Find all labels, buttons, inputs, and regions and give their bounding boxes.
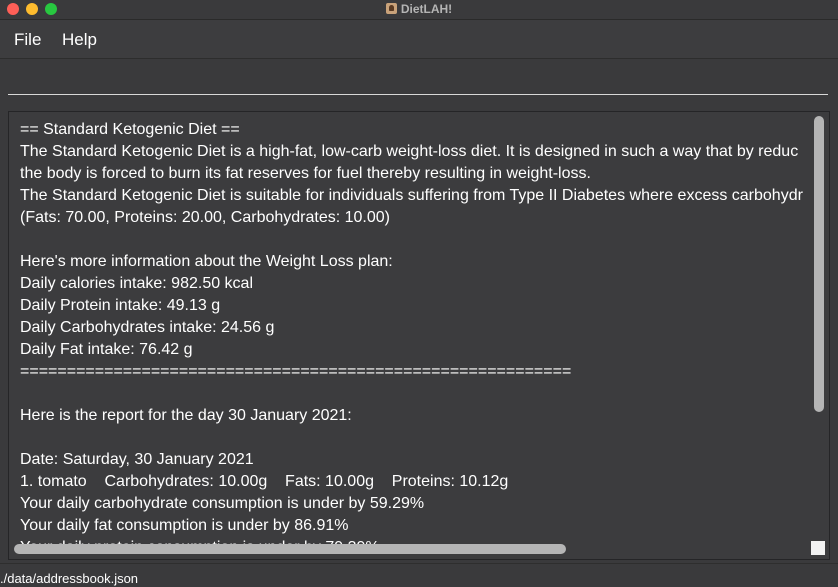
result-line: The Standard Ketogenic Diet is a high-fa… [20, 143, 799, 160]
result-line: The Standard Ketogenic Diet is suitable … [20, 187, 803, 204]
result-line: == Standard Ketogenic Diet == [20, 121, 240, 138]
result-line: Daily Carbohydrates intake: 24.56 g [20, 319, 275, 336]
result-line [20, 427, 810, 449]
result-text: == Standard Ketogenic Diet == The Standar… [20, 119, 810, 544]
result-line: Your daily carbohydrate consumption is u… [20, 495, 425, 512]
status-bar: ./data/addressbook.json [0, 563, 838, 587]
result-line: the body is forced to burn its fat reser… [20, 165, 591, 182]
app-icon [385, 3, 397, 14]
menu-file[interactable]: File [14, 30, 41, 50]
result-line: Here is the report for the day 30 Januar… [20, 407, 352, 424]
result-line: Daily calories intake: 982.50 kcal [20, 275, 254, 292]
result-line: Your daily protein consumption is under … [20, 537, 810, 544]
result-line: (Fats: 70.00, Proteins: 20.00, Carbohydr… [20, 209, 390, 226]
result-display[interactable]: == Standard Ketogenic Diet == The Standar… [8, 111, 830, 560]
menu-bar: File Help [0, 20, 838, 59]
vertical-scrollbar[interactable] [814, 116, 824, 412]
window-title: DietLAH! [0, 2, 838, 16]
result-line: Date: Saturday, 30 January 2021 [20, 451, 254, 468]
window-title-text: DietLAH! [400, 2, 453, 16]
result-line: Your daily fat consumption is under by 8… [20, 517, 349, 534]
result-line: Here's more information about the Weight… [20, 253, 393, 270]
menu-help[interactable]: Help [62, 30, 97, 50]
result-line: 1. tomato Carbohydrates: 10.00g Fats: 10… [20, 473, 509, 490]
result-line [20, 229, 810, 251]
result-line [20, 383, 810, 405]
title-bar: DietLAH! [0, 0, 838, 20]
result-line: Daily Protein intake: 49.13 g [20, 297, 221, 314]
horizontal-scrollbar[interactable] [14, 544, 566, 554]
scroll-corner [811, 541, 825, 555]
result-line: ========================================… [20, 363, 572, 380]
command-box [0, 59, 838, 109]
data-file-path: ./data/addressbook.json [0, 571, 139, 586]
result-line: Daily Fat intake: 76.42 g [20, 341, 193, 358]
command-input[interactable] [8, 59, 828, 95]
